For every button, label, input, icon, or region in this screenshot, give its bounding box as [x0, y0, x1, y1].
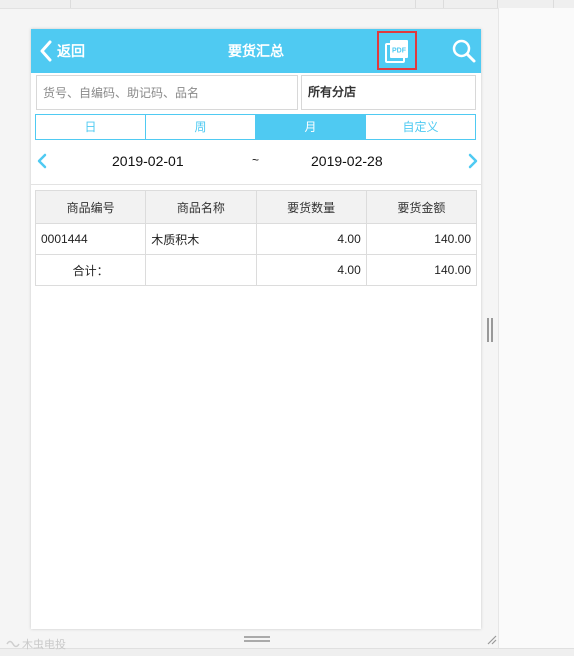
- date-end[interactable]: 2019-02-28: [311, 153, 383, 169]
- date-start[interactable]: 2019-02-01: [112, 153, 184, 169]
- back-label: 返回: [57, 43, 85, 59]
- search-button[interactable]: [451, 38, 477, 64]
- prev-period-button[interactable]: [36, 153, 50, 169]
- chevron-right-icon: [468, 153, 478, 169]
- cell-qty: 4.00: [255, 223, 367, 255]
- pdf-export-button[interactable]: PDF: [377, 31, 417, 70]
- watermark-logo-icon: [6, 640, 20, 648]
- back-button[interactable]: 返回: [39, 39, 85, 63]
- total-row: 合计： 4.00 140.00: [34, 254, 478, 286]
- col-header-amount: 要货金额: [365, 190, 478, 224]
- cell-code: 0001444: [34, 223, 147, 255]
- table-header-row: 商品编号 商品名称 要货数量 要货金额: [34, 190, 478, 224]
- total-qty: 4.00: [255, 254, 367, 286]
- pdf-export-icon: PDF: [385, 39, 408, 63]
- tab-day[interactable]: 日: [36, 115, 146, 139]
- tab-month[interactable]: 月: [256, 115, 366, 139]
- col-header-qty: 要货数量: [255, 190, 367, 224]
- pane-splitter-handle[interactable]: [487, 318, 494, 342]
- cell-amount: 140.00: [365, 223, 478, 255]
- pdf-icon-text: PDF: [392, 47, 407, 54]
- watermark-text: 木虫电投: [22, 639, 66, 651]
- watermark: 木虫电投: [6, 636, 66, 652]
- date-separator: ~: [252, 153, 260, 167]
- tab-custom[interactable]: 自定义: [366, 115, 475, 139]
- col-header-code: 商品编号: [34, 190, 147, 224]
- bottom-resize-handle[interactable]: [244, 636, 270, 642]
- col-header-name: 商品名称: [145, 190, 257, 224]
- top-strip: [0, 0, 574, 9]
- table-row[interactable]: 0001444 木质积木 4.00 140.00: [34, 223, 478, 255]
- search-input[interactable]: [36, 75, 298, 110]
- cell-name: 木质积木: [145, 223, 257, 255]
- resize-grip-icon[interactable]: [485, 632, 497, 645]
- total-amount: 140.00: [365, 254, 478, 286]
- divider: [31, 184, 481, 185]
- app-header: 返回 要货汇总 PDF: [31, 29, 481, 73]
- summary-table: 商品编号 商品名称 要货数量 要货金额 0001444 木质积木 4.00 14…: [34, 190, 478, 286]
- total-label: 合计：: [34, 254, 147, 286]
- total-name: [145, 254, 257, 286]
- next-period-button[interactable]: [465, 153, 479, 169]
- chevron-left-icon: [40, 40, 52, 62]
- chevron-left-icon: [37, 153, 47, 169]
- store-select[interactable]: 所有分店: [301, 75, 476, 110]
- search-icon: [452, 39, 476, 63]
- tab-week[interactable]: 周: [146, 115, 256, 139]
- mobile-preview-frame: 返回 要货汇总 PDF 所有分店 日 周 月 自定义: [31, 29, 481, 629]
- right-pane: [498, 8, 574, 655]
- period-tabs: 日 周 月 自定义: [35, 114, 476, 140]
- date-range: 2019-02-01 ~ 2019-02-28: [31, 147, 481, 175]
